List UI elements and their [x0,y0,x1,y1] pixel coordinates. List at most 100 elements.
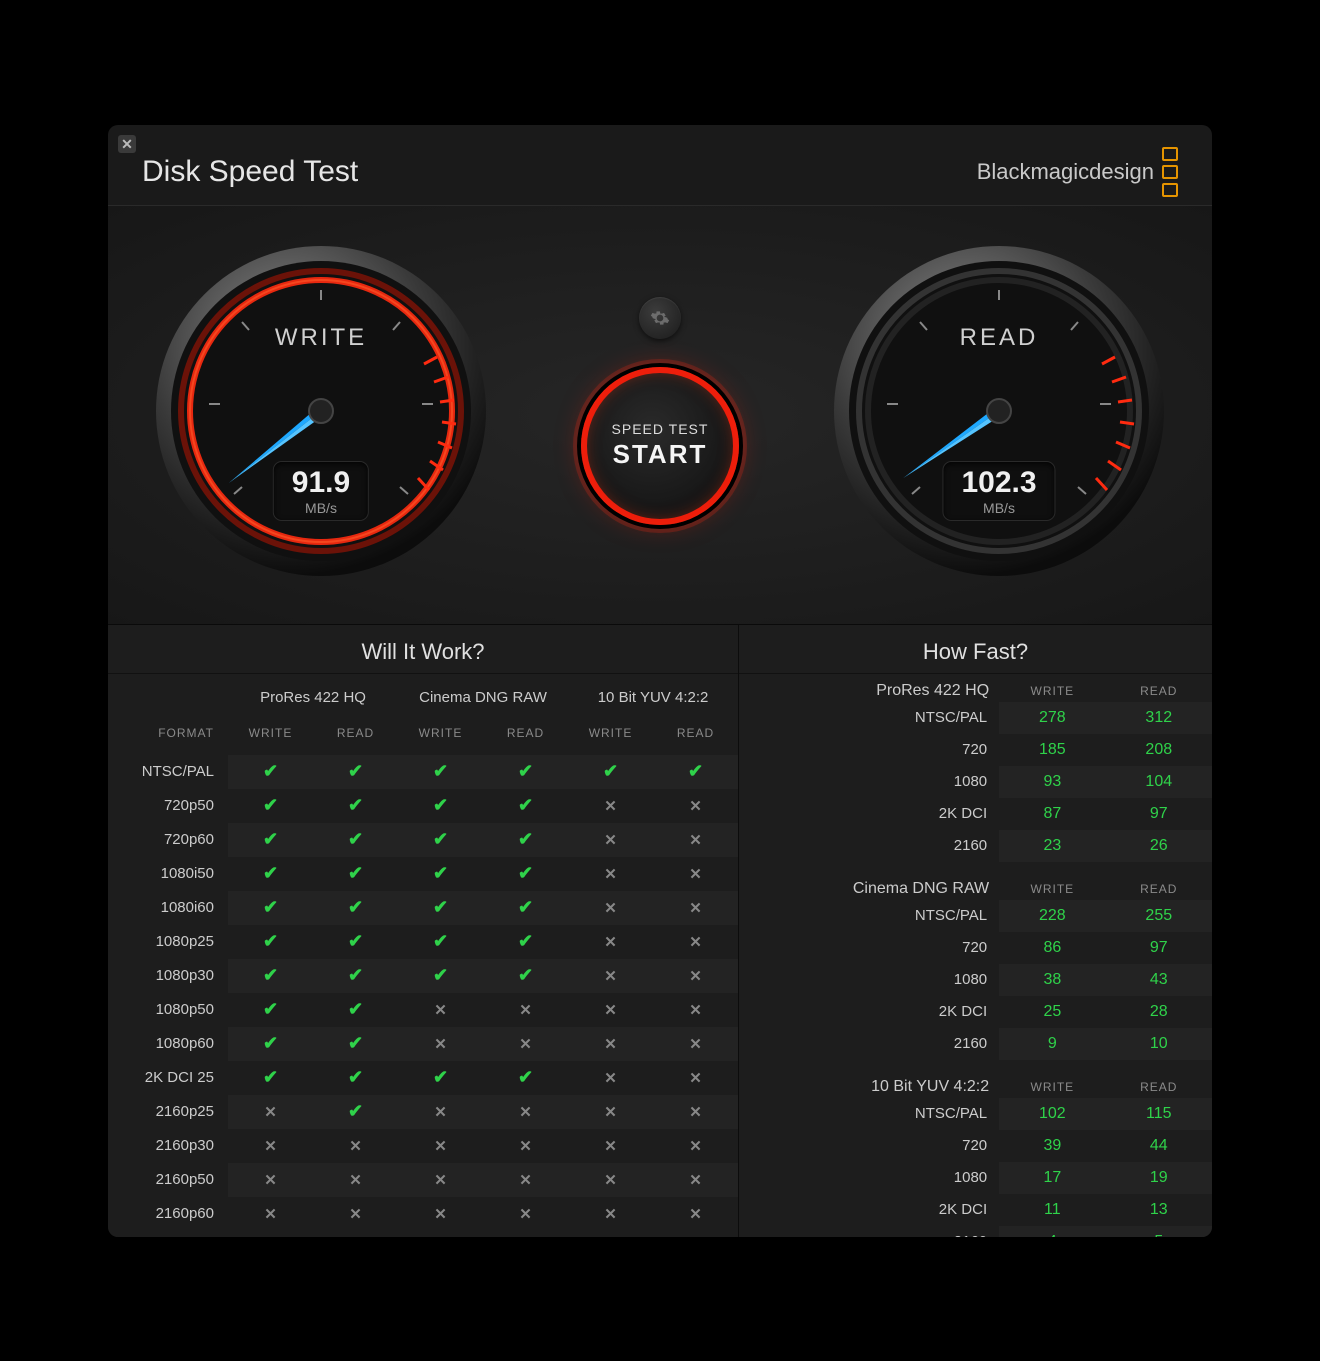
cross-icon: ✕ [398,1027,483,1061]
cross-icon: ✕ [653,1095,738,1129]
cross-icon: ✕ [653,1197,738,1231]
table-row: 7203944 [739,1130,1212,1162]
table-row: 7208697 [739,932,1212,964]
table-row: 2160910 [739,1028,1212,1060]
check-icon: ✔ [398,959,483,993]
format-label: 2K DCI [739,798,999,830]
check-icon: ✔ [313,755,398,789]
table-row: 720p50✔✔✔✔✕✕ [108,789,738,823]
cross-icon: ✕ [483,993,568,1027]
check-icon: ✔ [653,755,738,789]
cross-icon: ✕ [228,1197,313,1231]
read-fps: 10 [1106,1028,1212,1060]
read-fps: 208 [1106,734,1212,766]
format-label: 1080i50 [108,857,228,891]
write-fps: 17 [999,1162,1105,1194]
read-fps: 19 [1106,1162,1212,1194]
cross-icon: ✕ [568,823,653,857]
column-header: READ [1106,1070,1212,1098]
check-icon: ✔ [228,823,313,857]
cross-icon: ✕ [313,1163,398,1197]
format-label: NTSC/PAL [739,900,999,932]
write-fps: 185 [999,734,1105,766]
write-fps: 23 [999,830,1105,862]
check-icon: ✔ [483,1061,568,1095]
cross-icon: ✕ [653,789,738,823]
check-icon: ✔ [398,891,483,925]
cross-icon: ✕ [568,1129,653,1163]
format-label: 1080p25 [108,925,228,959]
cross-icon: ✕ [653,857,738,891]
table-row: 2K DCI8797 [739,798,1212,830]
format-label: 2160 [739,1028,999,1060]
check-icon: ✔ [313,959,398,993]
table-row: 2K DCI2528 [739,996,1212,1028]
table-row: 2K DCI 25✔✔✔✔✕✕ [108,1061,738,1095]
table-row: 720185208 [739,734,1212,766]
brand-icon [1162,147,1178,197]
start-button[interactable]: SPEED TEST START [581,367,739,525]
check-icon: ✔ [398,823,483,857]
format-label: 2K DCI 25 [108,1061,228,1095]
cross-icon: ✕ [568,789,653,823]
format-label: 2160p50 [108,1163,228,1197]
table-row: NTSC/PAL278312 [739,702,1212,734]
app-window: ✕ Disk Speed Test Blackmagicdesign [108,125,1212,1237]
check-icon: ✔ [483,789,568,823]
read-fps: 43 [1106,964,1212,996]
cross-icon: ✕ [568,1027,653,1061]
format-label: 720 [739,734,999,766]
cross-icon: ✕ [653,1129,738,1163]
cross-icon: ✕ [398,1163,483,1197]
format-label: 2160p60 [108,1197,228,1231]
table-row: 21602326 [739,830,1212,862]
read-value: 102.3 [961,468,1036,498]
check-icon: ✔ [398,755,483,789]
read-fps: 104 [1106,766,1212,798]
format-label: 720 [739,1130,999,1162]
column-header: WRITE [999,1070,1105,1098]
column-header: READ [1106,674,1212,702]
read-fps: 28 [1106,996,1212,1028]
check-icon: ✔ [228,959,313,993]
close-button[interactable]: ✕ [118,135,136,153]
check-icon: ✔ [483,857,568,891]
format-label: 720 [739,932,999,964]
format-label: 1080p30 [108,959,228,993]
format-label: 2K DCI [739,996,999,1028]
format-label: 720p60 [108,823,228,857]
format-label: 2160p30 [108,1129,228,1163]
read-fps: 255 [1106,900,1212,932]
check-icon: ✔ [228,1027,313,1061]
table-row: 10801719 [739,1162,1212,1194]
read-fps: 13 [1106,1194,1212,1226]
codec-header: ProRes 422 HQ [228,674,398,716]
table-row: 1080p30✔✔✔✔✕✕ [108,959,738,993]
read-fps: 26 [1106,830,1212,862]
cross-icon: ✕ [398,1095,483,1129]
table-row: 216045 [739,1226,1212,1237]
read-fps: 44 [1106,1130,1212,1162]
check-icon: ✔ [483,755,568,789]
write-fps: 228 [999,900,1105,932]
cross-icon: ✕ [483,1129,568,1163]
format-label: 2K DCI [739,1194,999,1226]
section-name: 10 Bit YUV 4:2:2 [739,1070,999,1098]
cross-icon: ✕ [568,891,653,925]
app-title: Disk Speed Test [142,155,358,189]
format-label: 1080 [739,766,999,798]
cross-icon: ✕ [653,925,738,959]
cross-icon: ✕ [483,1197,568,1231]
settings-button[interactable] [639,297,681,339]
will-it-work-panel: Will It Work? ProRes 422 HQCinema DNG RA… [108,625,739,1237]
column-header: WRITE [398,716,483,755]
table-row: 1080p60✔✔✕✕✕✕ [108,1027,738,1061]
write-fps: 38 [999,964,1105,996]
read-fps: 97 [1106,798,1212,830]
write-fps: 39 [999,1130,1105,1162]
table-row: 1080p50✔✔✕✕✕✕ [108,993,738,1027]
column-header: READ [313,716,398,755]
will-it-work-table: ProRes 422 HQCinema DNG RAW10 Bit YUV 4:… [108,674,738,1231]
table-row: 2K DCI1113 [739,1194,1212,1226]
cross-icon: ✕ [313,1129,398,1163]
